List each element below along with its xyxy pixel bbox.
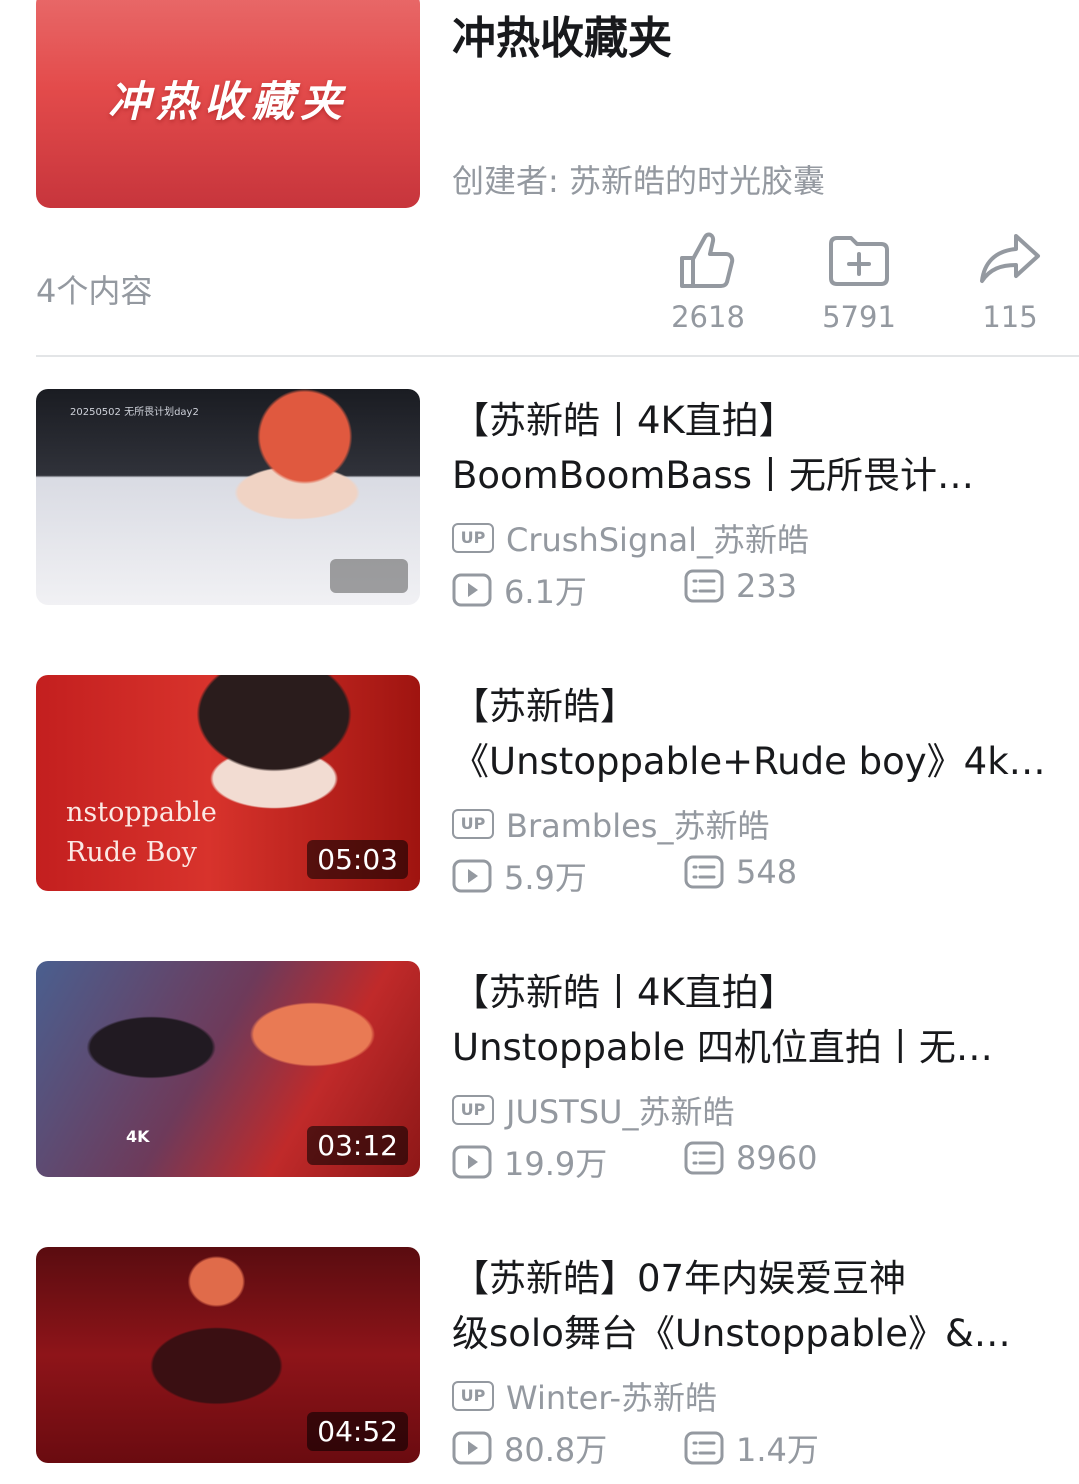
view-stat: 6.1万 (452, 567, 587, 613)
danmaku-stat: 548 (684, 853, 797, 891)
video-uploader[interactable]: UP JUSTSU_苏新皓 (452, 1087, 734, 1133)
favorites-creator[interactable]: 创建者: 苏新皓的时光胶囊 (452, 156, 825, 202)
video-duration: 05:03 (307, 840, 408, 879)
view-count: 5.9万 (504, 859, 587, 897)
view-count: 19.9万 (504, 1145, 608, 1183)
up-badge-icon: UP (452, 1095, 494, 1125)
video-title[interactable]: 【苏新皓】07年内娱爱豆神 级solo舞台《Unstoppable》&… (452, 1251, 1052, 1361)
video-title[interactable]: 【苏新皓丨4K直拍】 BoomBoomBass丨无所畏计… (452, 393, 1052, 503)
play-count-icon (452, 573, 492, 607)
danmaku-count: 8960 (736, 1139, 818, 1177)
play-count-icon (452, 1431, 492, 1465)
like-count: 2618 (671, 300, 745, 334)
content-count: 4个内容 (36, 272, 153, 310)
share-count: 115 (982, 300, 1038, 334)
video-duration: 03:12 (307, 1126, 408, 1165)
uploader-name: Winter-苏新皓 (506, 1379, 718, 1417)
view-count: 6.1万 (504, 573, 587, 611)
video-item[interactable]: 4K 03:12 【苏新皓丨4K直拍】 Unstoppable 四机位直拍丨无…… (0, 961, 1079, 1183)
danmaku-stat: 1.4万 (684, 1425, 819, 1471)
up-badge-icon: UP (452, 523, 494, 553)
uploader-name: JUSTSU_苏新皓 (506, 1093, 735, 1131)
danmaku-icon (684, 855, 724, 889)
play-count-icon (452, 1145, 492, 1179)
collect-count: 5791 (822, 300, 896, 334)
danmaku-count: 548 (736, 853, 798, 891)
up-badge-icon: UP (452, 1381, 494, 1411)
danmaku-stat: 233 (684, 567, 797, 605)
video-thumbnail[interactable]: 20250502 无所畏计划day2 (36, 389, 420, 605)
collect-button[interactable]: 5791 (799, 228, 919, 334)
thumbnail-caption: nstoppable Rude Boy (66, 797, 217, 868)
video-title[interactable]: 【苏新皓】 《Unstoppable+Rude boy》4k… (452, 679, 1052, 789)
thumbnail-caption: 20250502 无所畏计划day2 (70, 407, 199, 418)
video-item[interactable]: 04:52 【苏新皓】07年内娱爱豆神 级solo舞台《Unstoppable》… (0, 1247, 1079, 1469)
uploader-name: Brambles_苏新皓 (506, 807, 770, 845)
danmaku-stat: 8960 (684, 1139, 817, 1177)
danmaku-count: 1.4万 (736, 1431, 819, 1469)
video-title[interactable]: 【苏新皓丨4K直拍】 Unstoppable 四机位直拍丨无… (452, 965, 1052, 1075)
view-stat: 5.9万 (452, 853, 587, 899)
video-thumbnail[interactable]: 04:52 (36, 1247, 420, 1463)
danmaku-icon (684, 1141, 724, 1175)
play-count-icon (452, 859, 492, 893)
share-arrow-icon (980, 234, 1040, 283)
danmaku-count: 233 (736, 567, 798, 605)
danmaku-icon (684, 569, 724, 603)
favorites-header: 冲热收藏夹 冲热收藏夹 创建者: 苏新皓的时光胶囊 4个内容 2618 5791… (0, 0, 1079, 360)
folder-add-icon (829, 236, 889, 286)
favorites-cover[interactable]: 冲热收藏夹 (36, 0, 420, 208)
like-button[interactable]: 2618 (648, 228, 768, 334)
view-stat: 19.9万 (452, 1139, 607, 1185)
thumbs-up-icon (680, 232, 735, 288)
view-count: 80.8万 (504, 1431, 608, 1469)
video-uploader[interactable]: UP CrushSignal_苏新皓 (452, 515, 809, 561)
video-item[interactable]: nstoppable Rude Boy 05:03 【苏新皓】 《Unstopp… (0, 675, 1079, 897)
uploader-name: CrushSignal_苏新皓 (506, 521, 810, 559)
video-thumbnail[interactable]: nstoppable Rude Boy 05:03 (36, 675, 420, 891)
video-uploader[interactable]: UP Winter-苏新皓 (452, 1373, 717, 1419)
favorites-title: 冲热收藏夹 (452, 13, 672, 64)
video-thumbnail[interactable]: 4K 03:12 (36, 961, 420, 1177)
share-button[interactable]: 115 (950, 228, 1070, 334)
video-duration: 04:52 (307, 1412, 408, 1451)
thumbnail-caption: 4K (126, 1127, 150, 1146)
video-duration (330, 559, 408, 593)
view-stat: 80.8万 (452, 1425, 607, 1471)
up-badge-icon: UP (452, 809, 494, 839)
divider (36, 355, 1079, 357)
danmaku-icon (684, 1431, 724, 1465)
video-item[interactable]: 20250502 无所畏计划day2 【苏新皓丨4K直拍】 BoomBoomBa… (0, 389, 1079, 611)
video-uploader[interactable]: UP Brambles_苏新皓 (452, 801, 769, 847)
cover-text: 冲热收藏夹 (107, 77, 348, 126)
